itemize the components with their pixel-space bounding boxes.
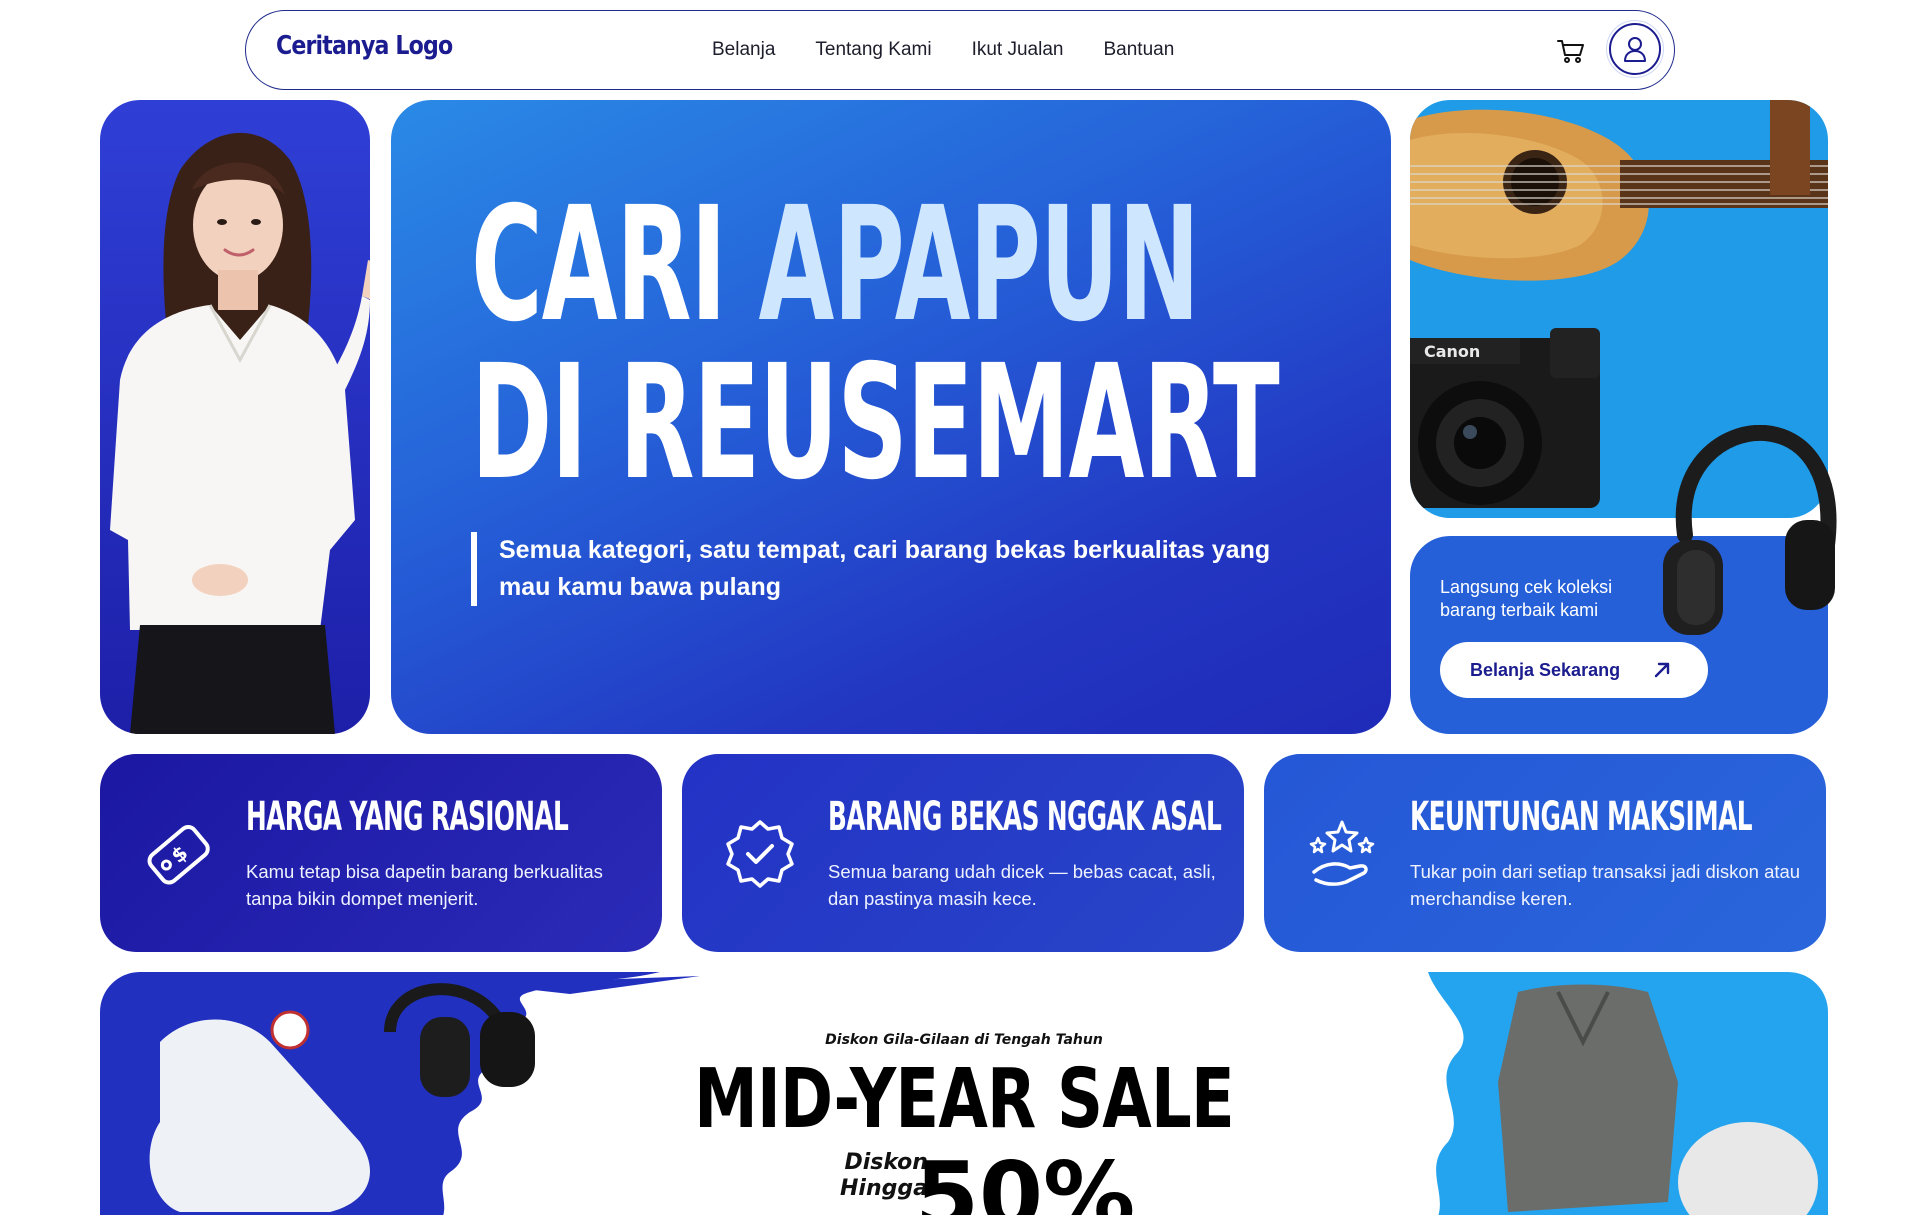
stars-hand-icon	[1309, 820, 1375, 886]
hero-banner: CARI APAPUN DI REUSEMART Semua kategori,…	[391, 100, 1391, 734]
feature-desc: Semua barang udah dicek — bebas cacat, a…	[828, 861, 1216, 909]
hero-subtitle: Semua kategori, satu tempat, cari barang…	[471, 532, 1271, 606]
nav-links: Belanja Tentang Kami Ikut Jualan Bantuan	[712, 39, 1214, 61]
feature-title: BARANG BEKAS NGGAK ASAL	[828, 794, 1222, 840]
cart-icon[interactable]	[1556, 37, 1586, 65]
feature-desc: Kamu tetap bisa dapetin barang berkualit…	[246, 861, 603, 909]
nav-link-tentang-kami[interactable]: Tentang Kami	[815, 39, 931, 61]
nav-link-ikut-jualan[interactable]: Ikut Jualan	[972, 39, 1064, 61]
svg-text:Canon: Canon	[1424, 342, 1480, 361]
headphones-image	[1663, 425, 1837, 635]
hero-title-word-apapun: APAPUN	[758, 173, 1200, 357]
nav-link-bantuan[interactable]: Bantuan	[1103, 39, 1174, 61]
camera-image: Canon	[1410, 328, 1600, 508]
feature-desc: Tukar poin dari setiap transaksi jadi di…	[1410, 861, 1801, 909]
site-logo[interactable]: Ceritanya Logo	[276, 31, 453, 61]
feature-card-harga: $ HARGA YANG RASIONAL Kamu tetap bisa da…	[100, 754, 662, 952]
sale-percent: 50%	[915, 1142, 1136, 1215]
feature-title: KEUNTUNGAN MAKSIMAL	[1410, 794, 1753, 840]
feature-title: HARGA YANG RASIONAL	[246, 794, 569, 840]
price-tag-icon: $	[147, 825, 210, 885]
sale-kicker: Diskon Gila-Gilaan di Tengah Tahun	[825, 1032, 1103, 1048]
hero-model-panel	[100, 100, 370, 734]
hero-title-word-cari: CARI	[471, 173, 727, 357]
user-account-button[interactable]	[1606, 20, 1664, 78]
verified-badge-icon	[726, 820, 794, 888]
shop-now-button[interactable]: Belanja Sekarang	[1440, 642, 1708, 698]
hero-title: CARI APAPUN DI REUSEMART	[471, 186, 1391, 515]
feature-card-keuntungan: KEUNTUNGAN MAKSIMAL Tukar poin dari seti…	[1264, 754, 1826, 952]
top-navbar: Ceritanya Logo Belanja Tentang Kami Ikut…	[245, 10, 1675, 90]
shop-now-label: Belanja Sekarang	[1470, 659, 1621, 680]
hero-title-line2: DI REUSEMART	[471, 331, 1280, 515]
mid-year-sale-banner[interactable]: Diskon Gila-Gilaan di Tengah Tahun MID-Y…	[100, 972, 1828, 1215]
sale-title: MID-YEAR SALE	[694, 1052, 1235, 1147]
promo-text: Langsung cek koleksi barang terbaik kami	[1440, 577, 1613, 620]
feature-card-kualitas: BARANG BEKAS NGGAK ASAL Semua barang uda…	[682, 754, 1244, 952]
arrow-up-right-icon	[1654, 662, 1670, 678]
page: Ceritanya Logo Belanja Tentang Kami Ikut…	[0, 0, 1920, 1215]
user-icon	[1624, 37, 1646, 62]
nav-link-belanja[interactable]: Belanja	[712, 39, 775, 61]
model-photo	[110, 132, 370, 734]
